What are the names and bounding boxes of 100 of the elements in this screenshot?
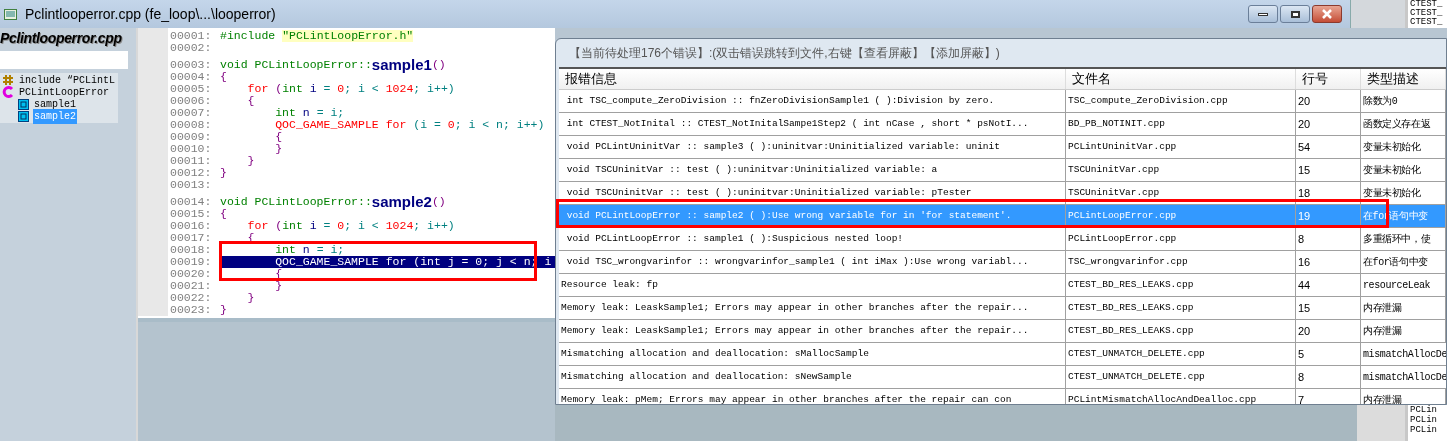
table-cell: CTEST_UNMATCH_DELETE.cpp (1066, 343, 1296, 365)
code-line: 00011: } (170, 155, 256, 167)
table-cell: 变量未初始化 (1361, 136, 1446, 158)
close-button[interactable] (1312, 5, 1342, 23)
minimize-button[interactable] (1248, 5, 1278, 23)
table-cell: 8 (1296, 366, 1361, 388)
code-line: 00006: { (170, 95, 256, 107)
hash-icon (2, 74, 14, 86)
table-cell: Memory leak: LeaskSample1; Errors may appear in other branches after the repair... (559, 297, 1066, 319)
list-item[interactable]: CTEST_ (1410, 0, 1445, 9)
code-line: 00015: { (170, 208, 228, 220)
column-header[interactable]: 类型描述 (1361, 69, 1446, 89)
table-cell: mismatchAllocDe (1361, 343, 1446, 365)
code-line: 00016: for (int i = 0; i < 1024; i++) (170, 220, 456, 232)
filter-field[interactable] (0, 51, 128, 69)
table-cell: 19 (1296, 205, 1361, 227)
table-cell: 44 (1296, 274, 1361, 296)
column-header[interactable]: 文件名 (1066, 69, 1296, 89)
table-cell: 多重循环中，使 (1361, 228, 1446, 250)
table-cell: Resource leak: fp (559, 274, 1066, 296)
list-item[interactable]: PCLin (1410, 425, 1445, 435)
code-line: 00002: (170, 42, 213, 54)
table-cell: 8 (1296, 228, 1361, 250)
table-cell: 16 (1296, 251, 1361, 273)
table-cell: PCLintUninitVar.cpp (1066, 136, 1296, 158)
table-cell: int CTEST_NotInital :: CTEST_NotInitalSampe1Step2 ( int nCase , short * psNotI... (559, 113, 1066, 135)
table-cell: CTEST_BD_RES_LEAKS.cpp (1066, 320, 1296, 342)
code-line: 00008: QOC_GAME_SAMPLE for (i = 0; i < n; i++) (170, 119, 546, 131)
code-line: 00023: } (170, 304, 228, 316)
table-cell: 内存泄漏 (1361, 320, 1446, 342)
code-line: 00018: int n = i; (170, 244, 346, 256)
code-line: 00005: for (int i = 0; i < 1024; i++) (170, 83, 456, 95)
method-icon (18, 98, 29, 110)
table-cell: 变量未初始化 (1361, 182, 1446, 204)
table-cell: Mismatching allocation and deallocation: sMallocSample (559, 343, 1066, 365)
table-cell: 20 (1296, 320, 1361, 342)
table-row[interactable]: Mismatching allocation and deallocation: sMallocSample CTEST_UNMATCH_DELETE.cpp 5 mismatchAllocDe (559, 343, 1446, 366)
code-line: 00013: (170, 179, 213, 191)
table-cell: 18 (1296, 182, 1361, 204)
table-cell: CTEST_BD_RES_LEAKS.cpp (1066, 297, 1296, 319)
code-line: 00022: } (170, 292, 256, 304)
code-line: 00010: } (170, 143, 284, 155)
code-line: 00014: void PCLintLoopError::sample2() (170, 192, 447, 208)
code-line: 00004: { (170, 71, 228, 83)
table-cell: PCLintLoopError.cpp (1066, 228, 1296, 250)
table-cell: 变量未初始化 (1361, 159, 1446, 181)
table-cell: CTEST_UNMATCH_DELETE.cpp (1066, 366, 1296, 388)
code-line: 00012: } (170, 167, 228, 179)
table-row[interactable]: Memory leak: LeaskSample1; Errors may appear in other branches after the repair... CTEST_BD_RES_LEAKS.cpp 15 内存泄漏 (559, 297, 1446, 320)
table-cell: int TSC_compute_ZeroDivision :: fnZeroDivisionSample1 ( ):Division by zero. (559, 90, 1066, 112)
close-icon (1321, 9, 1333, 19)
list-item[interactable]: PCLin (1410, 415, 1445, 425)
table-cell: 20 (1296, 113, 1361, 135)
table-cell: 15 (1296, 159, 1361, 181)
table-cell: CTEST_BD_RES_LEAKS.cpp (1066, 274, 1296, 296)
table-cell: 在for语句中变 (1361, 251, 1446, 273)
table-row[interactable]: int CTEST_NotInital :: CTEST_NotInitalSampe1Step2 ( int nCase , short * psNotI... BD_PB_NOTINIT.cpp 20 函数定义存在返 (559, 113, 1446, 136)
table-cell: void TSCUninitVar :: test ( ):uninitvar:Uninitialized variable: pTester (559, 182, 1066, 204)
list-item[interactable]: CTEST_ (1410, 9, 1445, 18)
table-cell: TSC_wrongvarinfor.cpp (1066, 251, 1296, 273)
table-cell: Mismatching allocation and deallocation: sNewSample (559, 366, 1066, 388)
table-row[interactable]: int TSC_compute_ZeroDivision :: fnZeroDivisionSample1 ( ):Division by zero. TSC_compute_ZeroDivision.cpp 20 除数为0 (559, 90, 1446, 113)
table-row[interactable]: void PCLintLoopError :: sample1 ( ):Suspicious nested loop! PCLintLoopError.cpp 8 多重循环中，使 (559, 228, 1446, 251)
app-icon (4, 8, 17, 20)
table-cell: BD_PB_NOTINIT.cpp (1066, 113, 1296, 135)
code-line: 00007: int n = i; (170, 107, 346, 119)
maximize-button[interactable] (1280, 5, 1310, 23)
code-line: 00021: } (170, 280, 284, 292)
table-cell: TSCUninitVar.cpp (1066, 159, 1296, 181)
table-cell: mismatchAllocDe (1361, 366, 1446, 388)
table-cell: resourceLeak (1361, 274, 1446, 296)
code-line: 00001: #include "PCLintLoopError.h" (170, 30, 415, 42)
table-cell: 20 (1296, 90, 1361, 112)
table-cell: void TSC_wrongvarinfor :: wrongvarinfor_sample1 ( int iMax ):Use wrong variabl... (559, 251, 1066, 273)
column-header[interactable]: 行号 (1296, 69, 1361, 89)
table-row[interactable]: void TSCUninitVar :: test ( ):uninitvar:Uninitialized variable: a TSCUninitVar.cpp 15 变量未初始化 (559, 159, 1446, 182)
dialog-header: 【当前待处理176个错误】:(双击错误跳转到文件,右键【查看屏蔽】【添加屏蔽】) (568, 45, 1001, 62)
method-icon (18, 110, 29, 122)
table-cell: void PCLintLoopError :: sample2 ( ):Use wrong variable for in 'for statement'. (559, 205, 1066, 227)
list-item[interactable]: PCLin (1410, 405, 1445, 415)
code-line: 00009: { (170, 131, 284, 143)
table-row[interactable]: Memory leak: LeaskSample1; Errors may appear in other branches after the repair... CTEST_BD_RES_LEAKS.cpp 20 内存泄漏 (559, 320, 1446, 343)
table-row[interactable]: Resource leak: fp CTEST_BD_RES_LEAKS.cpp 44 resourceLeak (559, 274, 1446, 297)
table-cell: TSCUninitVar.cpp (1066, 182, 1296, 204)
table-cell: 内存泄漏 (1361, 297, 1446, 319)
table-cell: 54 (1296, 136, 1361, 158)
table-cell: PCLintLoopError.cpp (1066, 205, 1296, 227)
table-cell: TSC_compute_ZeroDivision.cpp (1066, 90, 1296, 112)
table-cell: void PCLintLoopError :: sample1 ( ):Suspicious nested loop! (559, 228, 1066, 250)
maximize-icon (1290, 10, 1300, 18)
table-cell: 函数定义存在返 (1361, 113, 1446, 135)
list-item[interactable]: CTEST_ (1410, 18, 1445, 27)
column-header[interactable]: 报错信息 (559, 69, 1066, 89)
table-cell: void PCLintUninitVar :: sample3 ( ):uninitvar:Uninitialized variable: uninit (559, 136, 1066, 158)
table-cell: 15 (1296, 297, 1361, 319)
table-row[interactable]: void PCLintUninitVar :: sample3 ( ):uninitvar:Uninitialized variable: uninit PCLintUninitVar.cpp 54 变量未初始化 (559, 136, 1446, 159)
table-row[interactable]: Mismatching allocation and deallocation: sNewSample CTEST_UNMATCH_DELETE.cpp 8 mismatchAllocDe (559, 366, 1446, 389)
table-cell: void TSCUninitVar :: test ( ):uninitvar:Uninitialized variable: a (559, 159, 1066, 181)
table-row[interactable]: void TSC_wrongvarinfor :: wrongvarinfor_sample1 ( int iMax ):Use wrong variabl... TSC_wrongvarinfor.cpp 16 在for语句中变 (559, 251, 1446, 274)
minimize-icon (1258, 12, 1268, 16)
